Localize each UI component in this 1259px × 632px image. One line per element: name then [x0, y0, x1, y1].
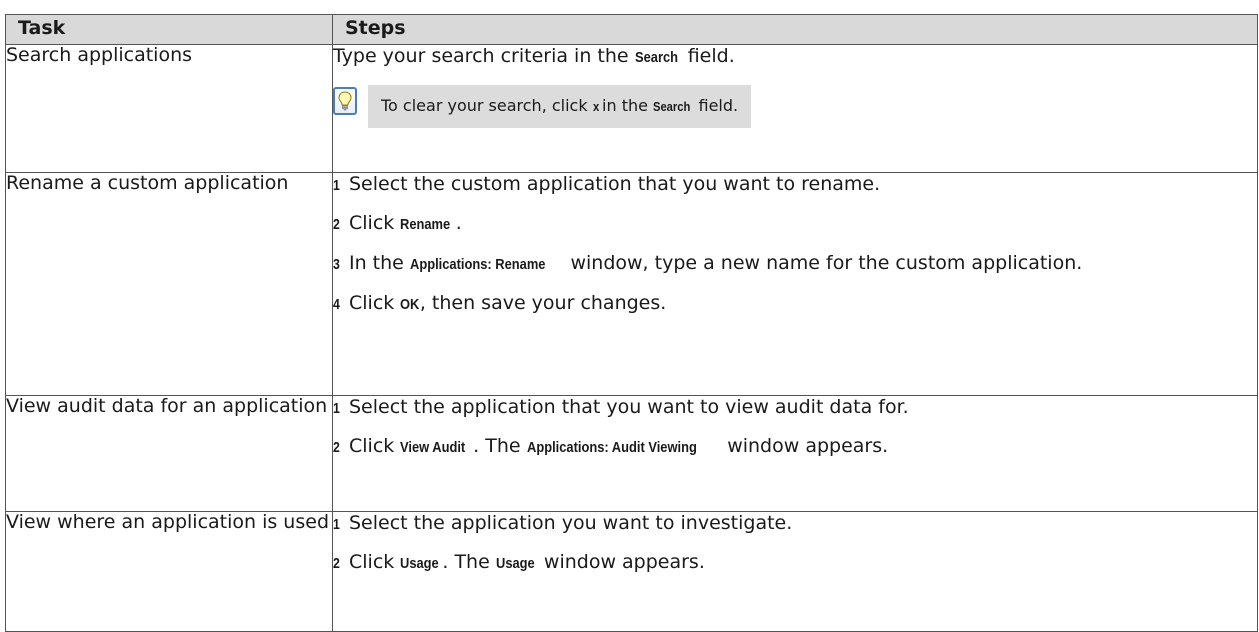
step-text: Select the application you want to inves… [349, 512, 793, 534]
step-text: , then save your changes. [419, 292, 667, 314]
step-text: Click [349, 435, 401, 457]
tip-text: To clear your search, click x in the Sea… [368, 85, 752, 128]
step-text: window, type a new name for the custom a… [564, 252, 1083, 274]
table-row: Search applications Type your search cri… [5, 44, 1258, 173]
step-text: window appears. [537, 551, 705, 573]
step-number: 2 [333, 439, 340, 456]
tip-text-part: in the [596, 96, 654, 115]
tip-note: To clear your search, click x in the Sea… [333, 85, 1257, 128]
step-text: . The [473, 435, 527, 457]
ui-term: Applications: Rename [409, 256, 546, 273]
step-text: . [455, 212, 462, 234]
step: 1 Select the application that you want to… [333, 396, 1257, 419]
tip-text-part: To clear your search, click [381, 96, 593, 115]
step-number: 2 [333, 555, 340, 572]
table-row: Rename a custom application 1 Select the … [5, 172, 1258, 396]
ui-term: Usage [400, 555, 440, 572]
ui-term: Search [634, 49, 678, 66]
step-text: In the [349, 252, 410, 274]
step-number: 3 [333, 256, 340, 273]
ui-term: Rename [400, 216, 451, 233]
step-text: field. [681, 45, 735, 67]
lightbulb-icon [333, 87, 357, 115]
table-header-row: Task Steps [5, 14, 1258, 45]
step-text: Type your search criteria in the [333, 45, 635, 67]
steps-cell: 1 Select the custom application that you … [332, 172, 1258, 396]
ui-term: Applications: Audit Viewing [526, 439, 697, 456]
task-cell: View where an application is used [5, 511, 333, 632]
step-text: window appears. [721, 435, 889, 457]
header-task: Task [5, 14, 333, 45]
header-steps: Steps [332, 14, 1258, 45]
steps-cell: 1 Select the application that you want to… [332, 395, 1258, 512]
step-text: Select the application that you want to … [349, 396, 909, 418]
step-text: Click [349, 292, 401, 314]
step-text: Click [349, 551, 401, 573]
step-number: 2 [333, 216, 340, 233]
step: 2 Click Usage. The Usage window appears. [333, 551, 1257, 575]
step-number: 1 [333, 516, 340, 533]
ui-term: Search [653, 99, 691, 114]
ui-term: View Audit [400, 439, 466, 456]
step: 1 Select the custom application that you … [333, 173, 1257, 196]
task-cell: Search applications [5, 44, 333, 173]
step: 3 In the Applications: Rename window, typ… [333, 252, 1257, 276]
table-row: View audit data for an application 1 Sele… [5, 395, 1258, 512]
steps-cell: Type your search criteria in the Search … [332, 44, 1258, 173]
step: 2 Click View Audit . The Applications: Aud… [333, 435, 1257, 459]
ui-term: Usage [495, 555, 535, 572]
step-number: 4 [333, 296, 340, 313]
step-number: 1 [333, 177, 340, 194]
step: 1 Select the application you want to inve… [333, 512, 1257, 535]
step: 4 Click OK, then save your changes. [333, 292, 1257, 316]
task-steps-table: Task Steps Search applications Type your… [5, 14, 1258, 632]
ui-term: OK [400, 296, 420, 313]
step: Type your search criteria in the Search … [333, 45, 1257, 69]
step-number: 1 [333, 400, 340, 417]
step: 2 Click Rename. [333, 212, 1257, 236]
step-text: . The [442, 551, 496, 573]
task-cell: View audit data for an application [5, 395, 333, 512]
ui-term: x [592, 99, 599, 114]
steps-cell: 1 Select the application you want to inve… [332, 511, 1258, 632]
tip-text-part: field. [693, 96, 739, 115]
table-row: View where an application is used 1 Selec… [5, 511, 1258, 632]
step-text: Select the custom application that you w… [349, 173, 881, 195]
step-text: Click [349, 212, 401, 234]
task-cell: Rename a custom application [5, 172, 333, 396]
